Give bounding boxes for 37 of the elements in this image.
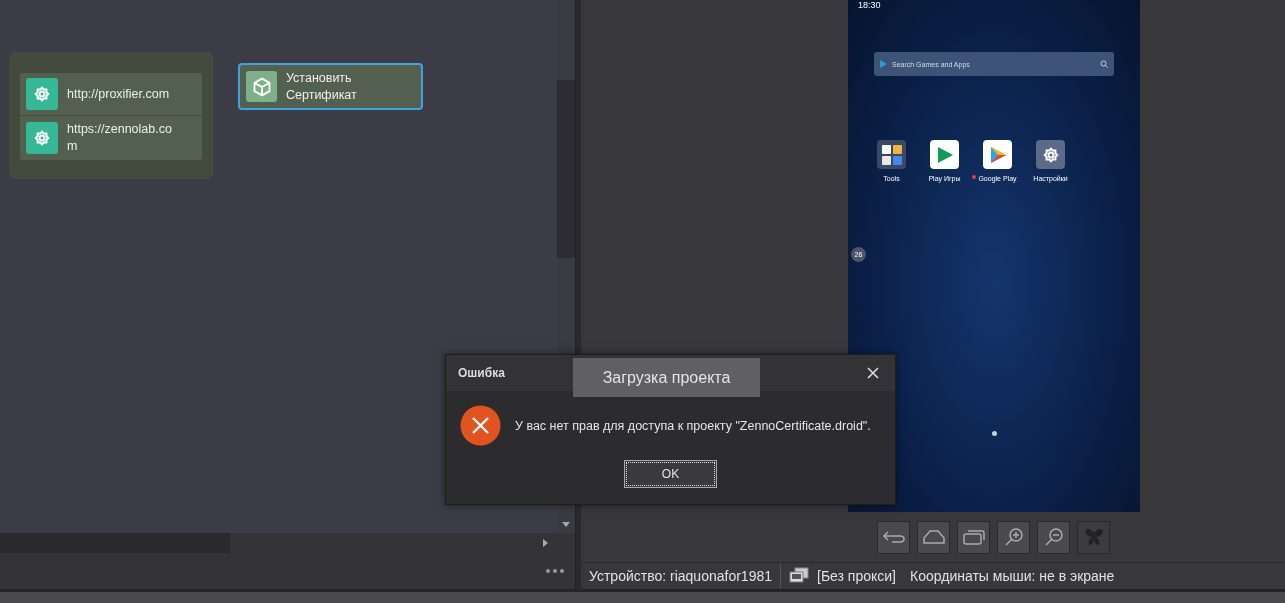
- play-triangle-icon: [880, 60, 887, 68]
- home-icon: [921, 529, 946, 545]
- zoom-out-icon: [1043, 527, 1064, 547]
- close-button[interactable]: [867, 367, 879, 379]
- ok-button[interactable]: OK: [624, 460, 717, 488]
- gear-icon: [32, 128, 52, 148]
- horizontal-scroll-thumb[interactable]: [0, 533, 230, 553]
- butterfly-icon: [1083, 528, 1104, 546]
- item-label: https://zennolab.com: [67, 121, 173, 155]
- error-icon: [460, 405, 501, 446]
- zoom-in-icon: [1003, 527, 1024, 547]
- device-name: Устройство: riaquonafor1981: [589, 568, 772, 584]
- page-indicator: [992, 431, 997, 436]
- gear-icon: [32, 84, 52, 104]
- scroll-thumb[interactable]: [557, 80, 575, 258]
- device-button[interactable]: [917, 520, 950, 554]
- windows-icon: [961, 528, 986, 546]
- mouse-coordinates: Координаты мыши: не в экране: [910, 568, 1115, 584]
- item-label: http://proxifier.com: [67, 85, 171, 103]
- loading-label: Загрузка проекта: [573, 358, 760, 397]
- device-button[interactable]: [997, 520, 1030, 554]
- group-item[interactable]: https://zennolab.com: [20, 116, 202, 160]
- dialog-title: Ошибка: [458, 366, 505, 380]
- status-time: 18:30: [858, 0, 881, 10]
- node-label: Установить Сертификат: [286, 69, 358, 104]
- action-node[interactable]: Установить Сертификат: [238, 63, 423, 110]
- group-item[interactable]: http://proxifier.com: [20, 73, 202, 116]
- proxy-status: [Без прокси]: [817, 568, 896, 584]
- close-icon: [867, 367, 879, 379]
- device-button[interactable]: [957, 520, 990, 554]
- device-button[interactable]: [1037, 520, 1070, 554]
- search-icon: [1100, 60, 1108, 68]
- monitors-icon: [789, 567, 809, 585]
- back-arrow-icon: [881, 530, 906, 544]
- device-button[interactable]: [877, 520, 910, 554]
- more-dots-icon[interactable]: [545, 568, 565, 574]
- app-folder-icon: [880, 143, 903, 166]
